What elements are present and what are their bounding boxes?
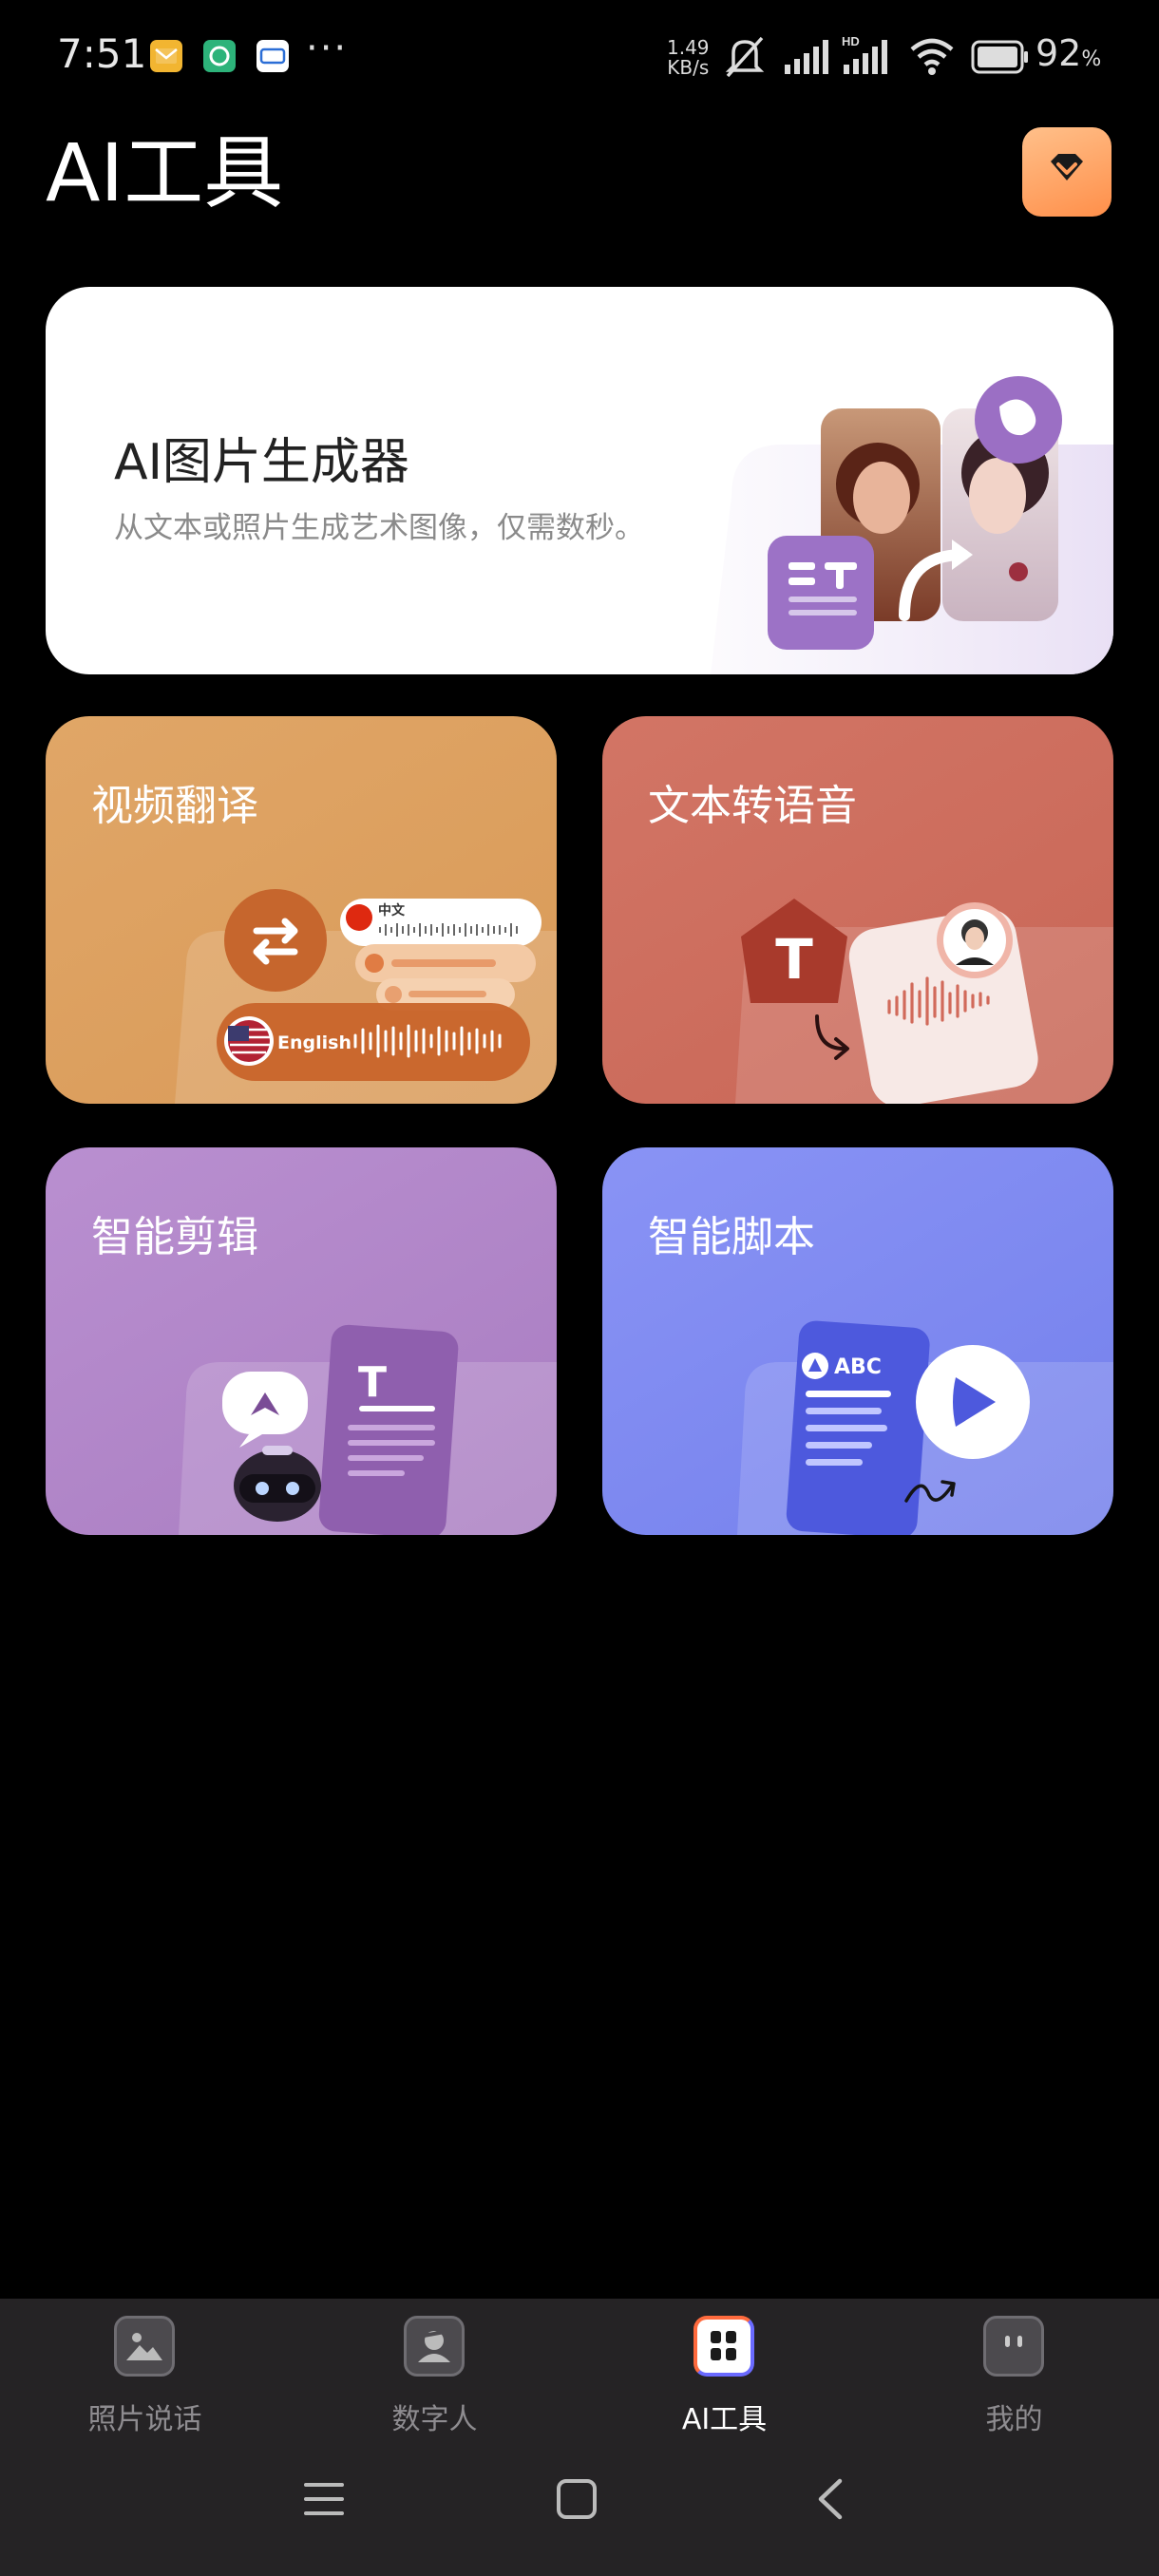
smart-edit-title: 智能剪辑 (91, 1213, 258, 1261)
nav-label-photo-talk: 照片说话 (87, 2403, 202, 2436)
bottom-nav: 照片说话 数字人 AI工具 我的 (0, 2299, 1159, 2576)
smart-script-card[interactable]: ABC 智能脚本 (602, 1147, 1113, 1535)
smart-edit-card[interactable]: T 智能剪辑 (46, 1147, 557, 1535)
nav-item-digital-human[interactable]: 数字人 (290, 2299, 580, 2460)
grid-icon (694, 2316, 754, 2377)
mute-icon (725, 36, 765, 78)
app-icon (203, 40, 236, 72)
nav-item-ai-tools[interactable]: AI工具 (580, 2299, 869, 2460)
nav-label-ai-tools: AI工具 (681, 2403, 768, 2436)
ai-image-generator-card[interactable]: AI图片生成器 从文本或照片生成艺术图像，仅需数秒。 (46, 287, 1113, 674)
video-translate-title: 视频翻译 (91, 782, 258, 830)
image-generator-illustration (711, 376, 1113, 674)
photo-icon (114, 2316, 175, 2377)
network-speed-unit: KB/s (667, 56, 710, 79)
nav-label-mine: 我的 (985, 2403, 1043, 2436)
more-notifications-icon: ··· (306, 27, 349, 70)
network-speed-value: 1.49 (667, 36, 710, 59)
diamond-icon (1051, 154, 1083, 180)
text-to-speech-title: 文本转语音 (648, 782, 857, 830)
svg-text:HD: HD (842, 34, 860, 48)
menu-icon[interactable] (302, 2477, 346, 2521)
tts-glyph: T (775, 927, 813, 992)
lang-to-label: English (277, 1032, 352, 1053)
battery-icon (971, 40, 1028, 74)
back-icon[interactable] (809, 2477, 853, 2521)
avatar-icon (404, 2316, 465, 2377)
edit-glyph: T (358, 1358, 387, 1407)
home-icon[interactable] (555, 2477, 598, 2521)
wifi-icon (910, 38, 954, 75)
nav-label-digital-human: 数字人 (391, 2403, 478, 2436)
nav-item-mine[interactable]: 我的 (869, 2299, 1159, 2460)
network-speed: 1.49 KB/s (667, 38, 710, 78)
cloud-icon (256, 40, 289, 72)
video-translate-card[interactable]: 中文 English 视频翻译 (46, 716, 557, 1104)
signal-icon (785, 40, 828, 74)
vip-button[interactable] (1022, 127, 1112, 217)
page-title: AI工具 (46, 126, 284, 219)
mail-icon (150, 40, 182, 72)
text-to-speech-card[interactable]: T 文本转语音 (602, 716, 1113, 1104)
hd-signal-icon: HD (842, 34, 887, 74)
battery-percent: 92% (1036, 32, 1102, 74)
status-time: 7:51 (57, 30, 147, 77)
nav-item-photo-talk[interactable]: 照片说话 (0, 2299, 290, 2460)
face-icon (983, 2316, 1044, 2377)
doc-label: ABC (834, 1355, 882, 1379)
lang-from-label: 中文 (378, 902, 406, 919)
smart-script-title: 智能脚本 (648, 1213, 815, 1261)
